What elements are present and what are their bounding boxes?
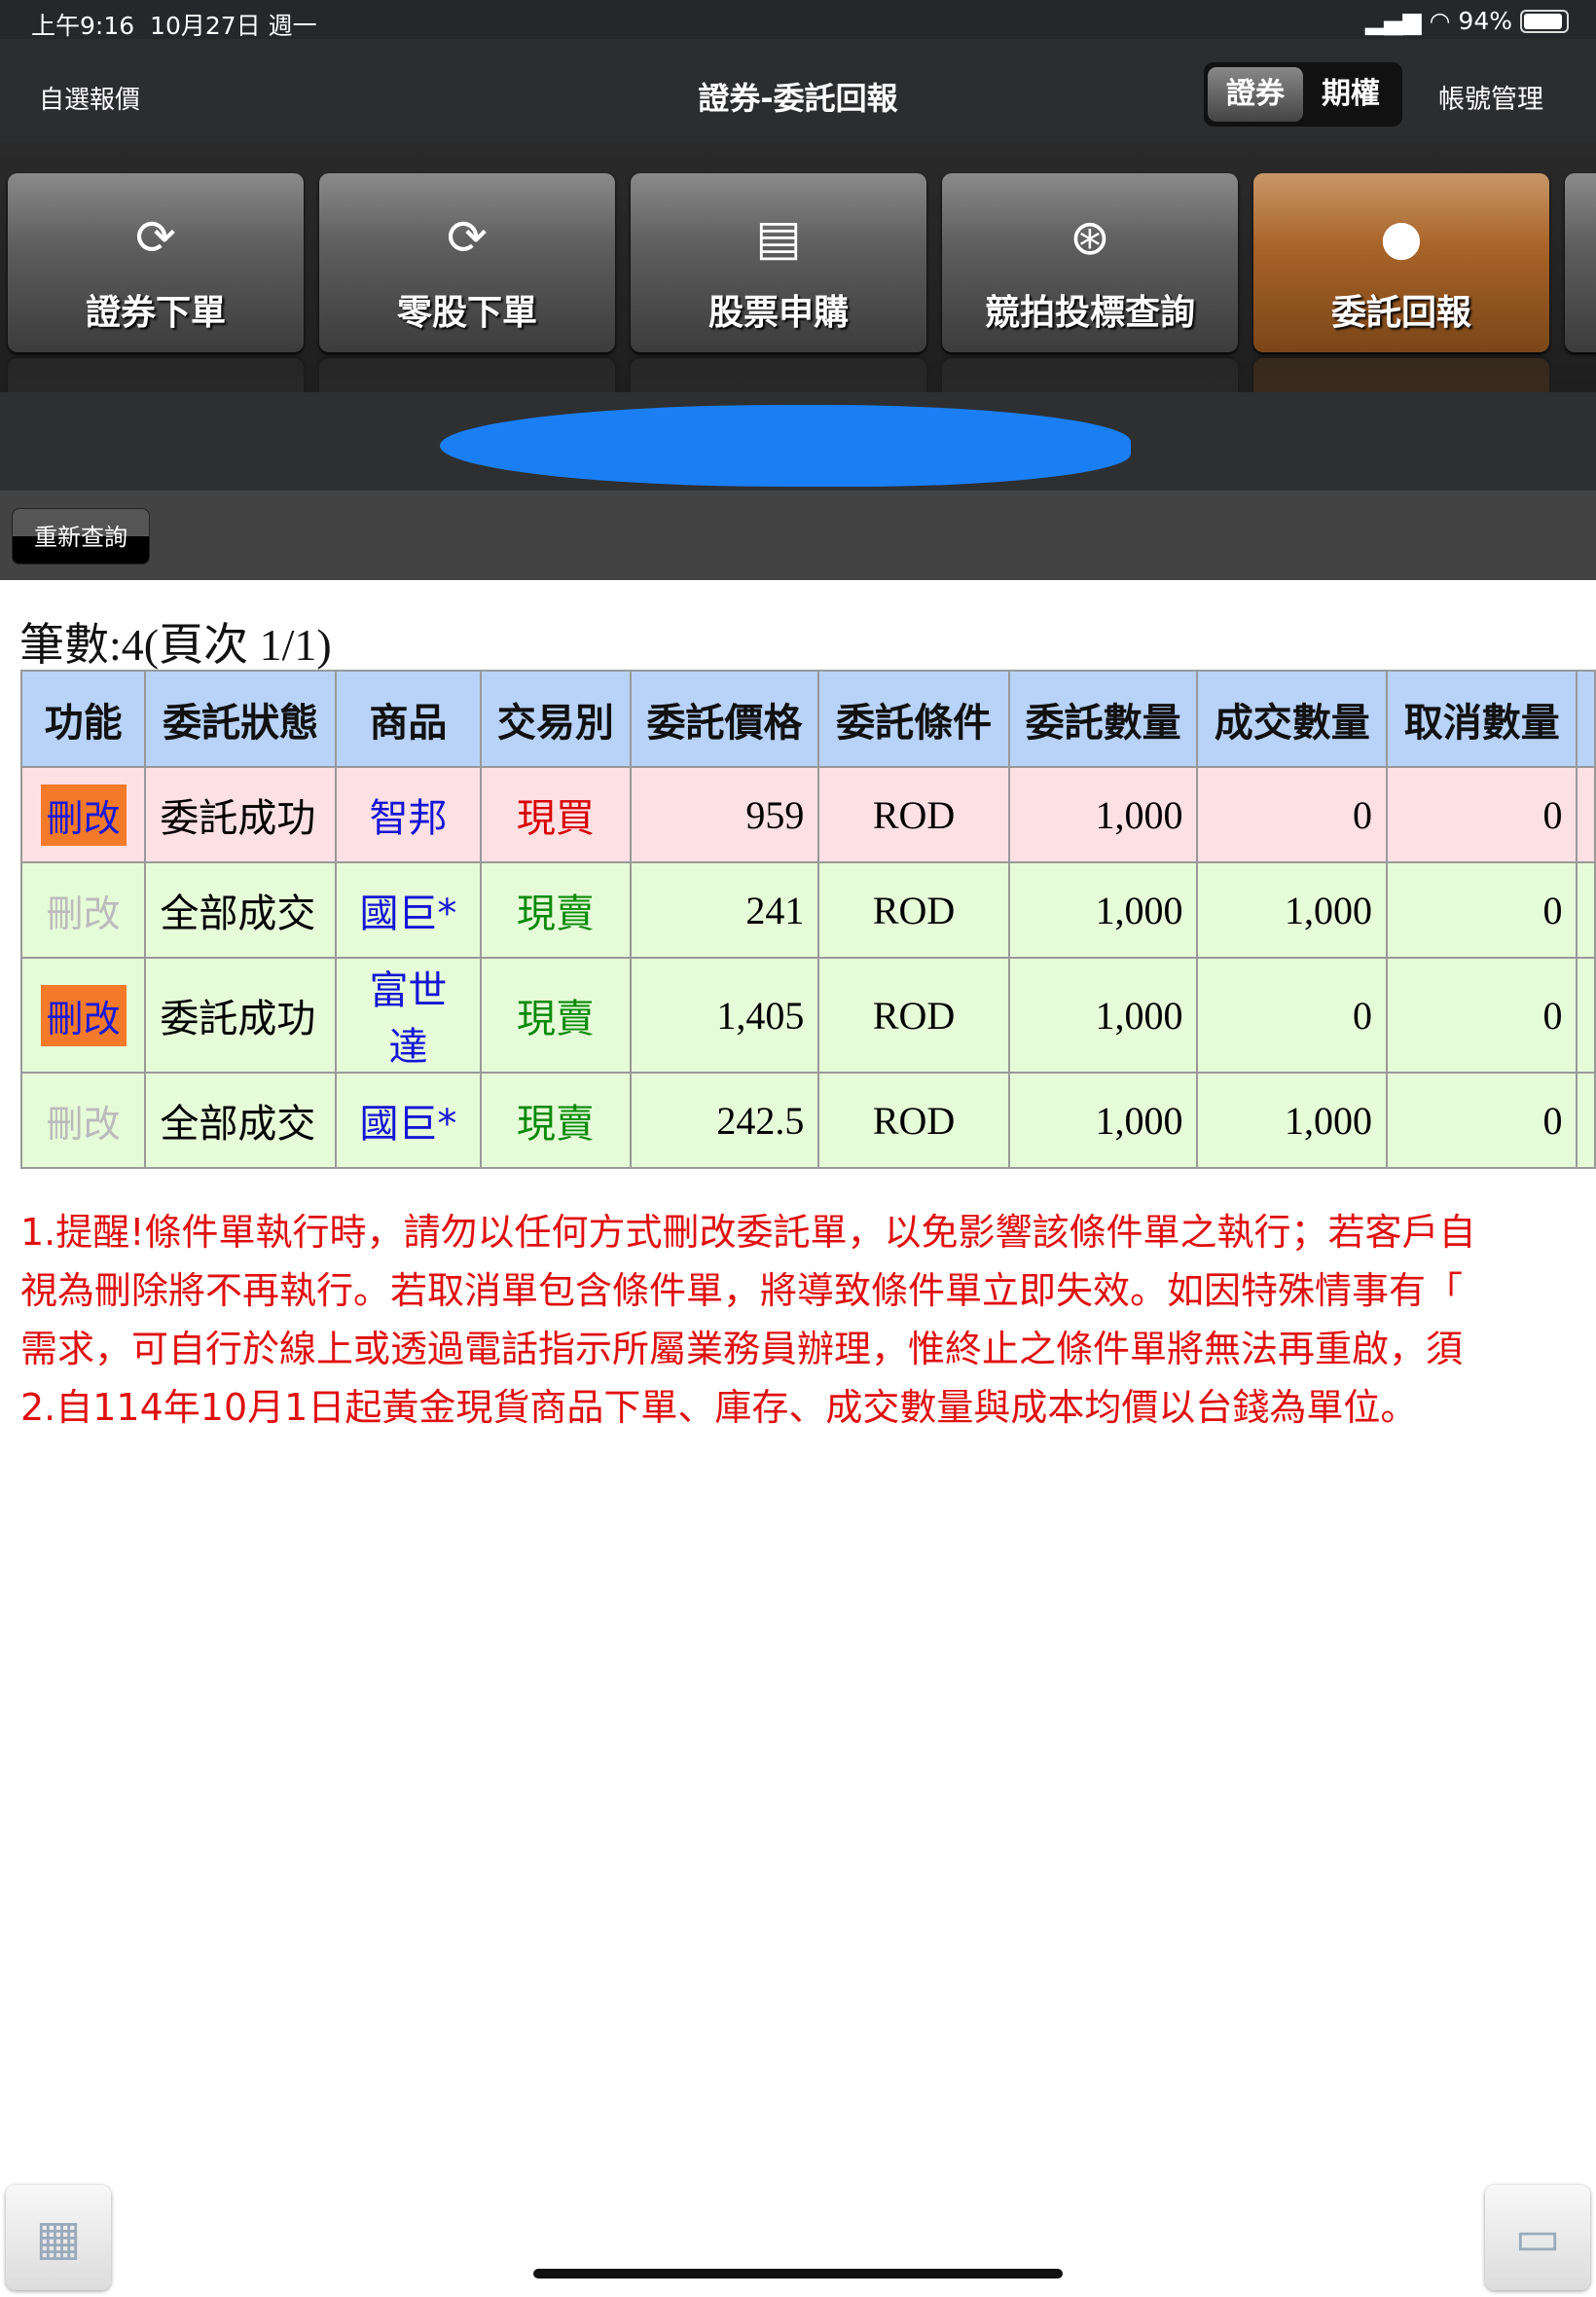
signal-icon: ▂▄▆ xyxy=(1364,7,1422,35)
reflection xyxy=(319,358,615,392)
product-cell[interactable]: 智邦 xyxy=(334,766,483,863)
col-header: 取消數量 xyxy=(1386,670,1578,768)
cancel-cell: 0 xyxy=(1386,1072,1578,1169)
notice-text: 1.提醒!條件單執行時，請勿以任何方式刪改委託單，以免影響該條件單之執行；若客戶… xyxy=(20,1211,1476,1429)
dollar-cycle-icon: ⟳ xyxy=(447,209,488,266)
reload-button[interactable]: 重新查詢 xyxy=(12,508,150,565)
qty-cell: 1,000 xyxy=(1007,861,1199,959)
toolbar-auction-query[interactable]: ⊛ 競拍投標查詢 xyxy=(942,173,1238,352)
filled-cell: 1,000 xyxy=(1196,1072,1389,1169)
table-row: 刪改 委託成功 富世達 現賣 1,405 ROD 1,000 0 0 xyxy=(19,957,1596,1074)
account-management-button[interactable]: 帳號管理 xyxy=(1438,78,1543,116)
document-dollar-icon: ▤ xyxy=(755,209,802,266)
cancel-cell: 0 xyxy=(1386,957,1578,1074)
toolbar-securities-order[interactable]: ⟳ 證券下單 xyxy=(8,173,304,352)
screen-icon: ▭ xyxy=(1514,2209,1561,2266)
time: 上午9:16 xyxy=(31,12,135,40)
col-header: 商品 xyxy=(334,670,483,768)
person-icon: ● xyxy=(1380,209,1423,266)
table-row: 刪改 委託成功 智邦 現買 959 ROD 1,000 0 0 xyxy=(19,766,1596,863)
function-toolbar: ⟳ 證券下單 ⟳ 零股下單 ▤ 股票申購 ⊛ 競拍投標查詢 ● 委託回報 xyxy=(0,142,1596,392)
col-header: 成交數量 xyxy=(1196,670,1389,768)
action-bar: 重新查詢 xyxy=(0,491,1596,580)
gavel-icon: ⊛ xyxy=(1070,209,1110,266)
col-header: 委託狀態 xyxy=(144,670,337,768)
edit-button-disabled: 刪改 xyxy=(46,892,121,935)
edit-button[interactable]: 刪改 xyxy=(40,984,127,1046)
toolbar-order-report[interactable]: ● 委託回報 xyxy=(1253,173,1549,352)
cancel-cell: 0 xyxy=(1386,861,1578,959)
battery-icon xyxy=(1520,9,1569,33)
toolbar-ipo-subscription[interactable]: ▤ 股票申購 xyxy=(631,173,926,352)
product-cell[interactable]: 國巨* xyxy=(334,861,483,959)
price-cell: 959 xyxy=(629,766,820,863)
wifi-icon: ◠ xyxy=(1429,7,1451,35)
toolbar-odd-lot-order[interactable]: ⟳ 零股下單 xyxy=(319,173,615,352)
qty-cell: 1,000 xyxy=(1007,766,1199,863)
order-table: 功能 委託狀態 商品 交易別 委託價格 委託條件 委託數量 成交數量 取消數量 … xyxy=(19,670,1596,1169)
dollar-cycle-icon: ⟳ xyxy=(135,209,176,266)
product-cell[interactable]: 富世達 xyxy=(334,957,483,1074)
condition-cell: ROD xyxy=(817,1072,1010,1169)
edit-button-disabled: 刪改 xyxy=(46,1102,121,1146)
condition-cell: ROD xyxy=(817,957,1010,1074)
grid-icon: ▦ xyxy=(35,2209,82,2266)
filled-cell: 0 xyxy=(1196,957,1389,1074)
cancel-cell: 0 xyxy=(1386,766,1578,863)
nav-header: 自選報價 證券-委託回報 證券 期權 帳號管理 xyxy=(0,39,1596,142)
segment-futures-options[interactable]: 期權 xyxy=(1303,67,1398,122)
col-header: 委託數量 xyxy=(1007,670,1199,768)
fullscreen-button[interactable]: ▭ xyxy=(1485,2185,1590,2290)
qty-cell: 1,000 xyxy=(1007,1072,1199,1169)
grid-menu-button[interactable]: ▦ xyxy=(6,2185,111,2290)
toolbar-more[interactable] xyxy=(1565,173,1596,352)
reflection xyxy=(1253,358,1549,392)
side-cell: 現賣 xyxy=(480,1072,632,1169)
filled-cell: 0 xyxy=(1196,766,1389,863)
date: 10月27日 週一 xyxy=(150,12,317,40)
reflection xyxy=(942,358,1238,392)
battery-percent: 94% xyxy=(1458,7,1512,35)
reflection xyxy=(631,358,926,392)
status-cell: 全部成交 xyxy=(144,861,337,959)
side-cell: 現賣 xyxy=(480,861,632,959)
edit-button[interactable]: 刪改 xyxy=(40,784,127,846)
redaction-mark xyxy=(440,405,1131,487)
table-row: 刪改 全部成交 國巨* 現賣 241 ROD 1,000 1,000 0 xyxy=(19,861,1596,959)
product-cell[interactable]: 國巨* xyxy=(334,1072,483,1169)
status-cell: 委託成功 xyxy=(144,957,337,1074)
col-header: 委託價格 xyxy=(629,670,820,768)
record-count: 筆數:4(頁次 1/1) xyxy=(19,620,332,670)
price-cell: 241 xyxy=(629,861,820,959)
qty-cell: 1,000 xyxy=(1007,957,1199,1074)
side-cell: 現買 xyxy=(480,766,632,863)
market-segment: 證券 期權 xyxy=(1204,62,1402,127)
price-cell: 1,405 xyxy=(629,957,820,1074)
reflection xyxy=(8,358,304,392)
condition-cell: ROD xyxy=(817,766,1010,863)
filled-cell: 1,000 xyxy=(1196,861,1389,959)
home-indicator[interactable] xyxy=(533,2269,1063,2279)
price-cell: 242.5 xyxy=(629,1072,820,1169)
table-header: 功能 委託狀態 商品 交易別 委託價格 委託條件 委託數量 成交數量 取消數量 xyxy=(19,670,1596,768)
segment-securities[interactable]: 證券 xyxy=(1208,67,1303,122)
condition-cell: ROD xyxy=(817,861,1010,959)
side-cell: 現賣 xyxy=(480,957,632,1074)
col-header: 委託條件 xyxy=(817,670,1010,768)
status-bar: 上午9:16 10月27日 週一 ▂▄▆ ◠ 94% xyxy=(0,0,1596,40)
status-cell: 全部成交 xyxy=(144,1072,337,1169)
col-header: 交易別 xyxy=(480,670,632,768)
table-row: 刪改 全部成交 國巨* 現賣 242.5 ROD 1,000 1,000 0 xyxy=(19,1072,1596,1169)
col-header: 功能 xyxy=(19,670,147,768)
status-cell: 委託成功 xyxy=(144,766,337,863)
